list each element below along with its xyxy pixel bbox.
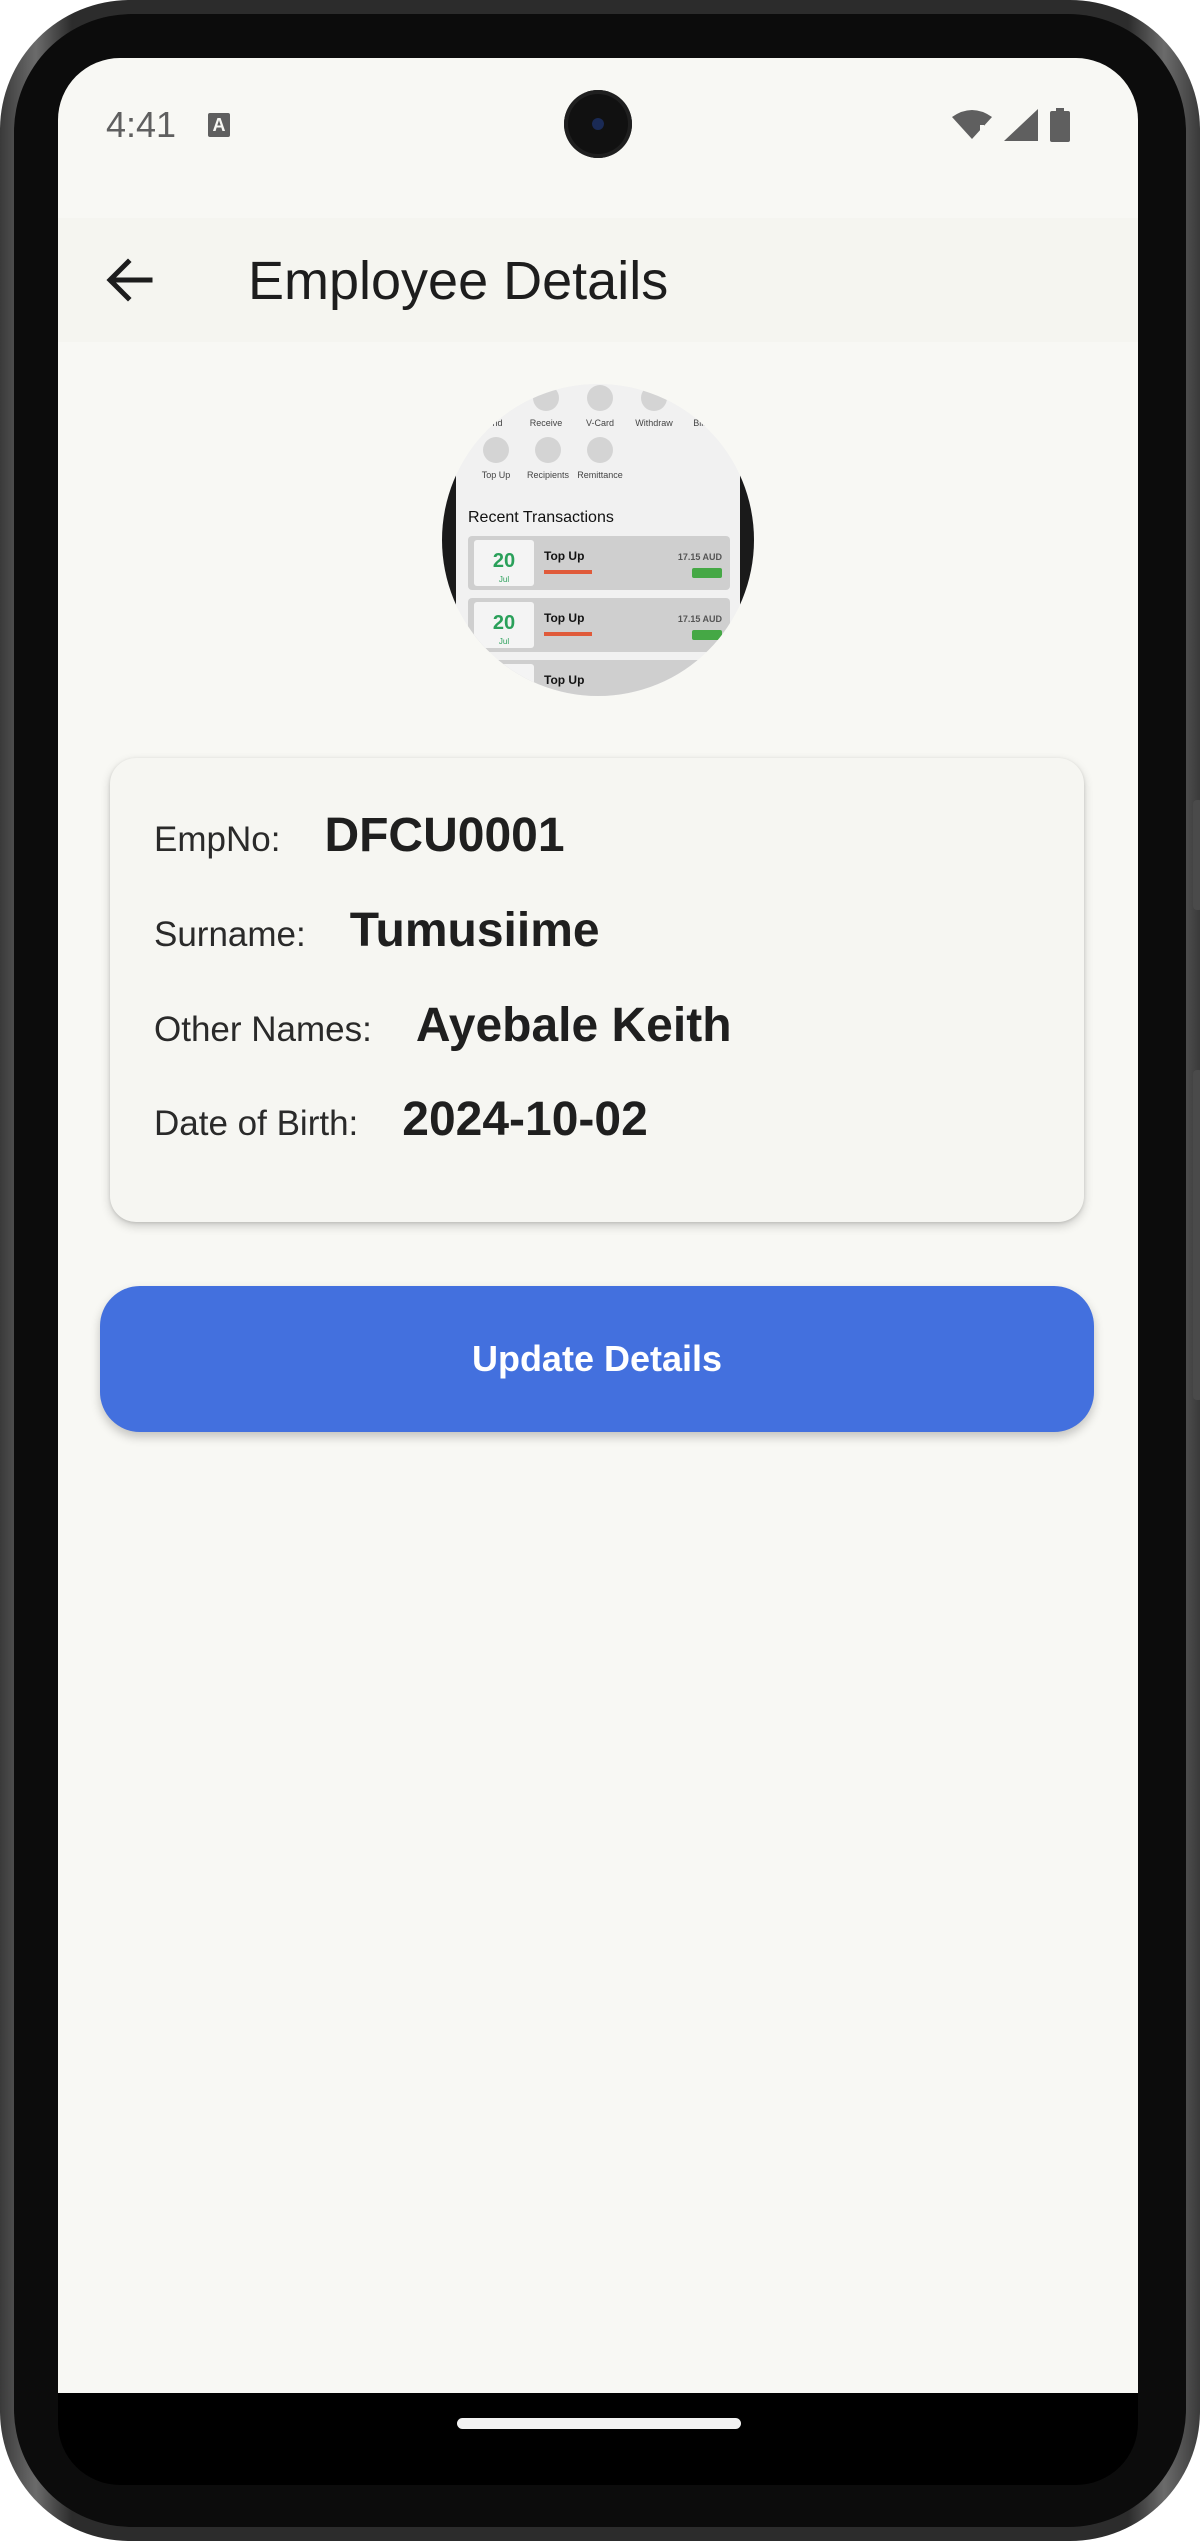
txn-2-month: Jul [499,637,509,646]
txn-3-title: Top Up [544,673,584,687]
quick-action-receive: Receive [530,418,563,428]
phone-frame: 4:41 A Employee Details Send Receive V-C… [0,0,1200,2541]
other-names-label: Other Names: [154,1010,372,1049]
dob-label: Date of Birth: [154,1104,359,1143]
power-button [1193,800,1200,910]
txn-2-title: Top Up [544,611,584,625]
quick-action-recipients: Recipients [527,470,570,480]
dob-row: Date of Birth: 2024-10-02 [154,1092,648,1147]
other-names-value: Ayebale Keith [415,999,732,1052]
txn-1-day: 20 [493,550,515,572]
dob-value: 2024-10-02 [402,1093,648,1146]
quick-action-remittance: Remittance [577,470,623,480]
quick-action-withdraw: Withdraw [635,418,673,428]
wifi-icon [952,110,992,141]
txn-1-title: Top Up [544,549,584,563]
quick-action-bill-pay: Bill Pa [693,418,719,428]
status-time: 4:41 [106,104,177,145]
emp-no-value: DFCU0001 [324,809,565,862]
txn-2-amount: 17.15 AUD [678,614,723,624]
recent-transactions-title: Recent Transactions [468,509,614,526]
quick-action-top-up: Top Up [482,470,511,480]
quick-action-send: Send [481,418,502,428]
emp-no-label: EmpNo: [154,820,281,859]
employee-details-card: EmpNo: DFCU0001 Surname: Tumusiime Other… [110,758,1084,1222]
update-details-button[interactable]: Update Details [100,1286,1094,1432]
battery-icon [1050,108,1070,142]
navigation-bar [58,2393,1138,2485]
txn-1-month: Jul [499,575,509,584]
arrow-left-icon[interactable] [98,248,162,312]
surname-row: Surname: Tumusiime [154,903,600,958]
emp-no-row: EmpNo: DFCU0001 [154,808,565,863]
status-icons [952,108,1070,142]
other-names-row: Other Names: Ayebale Keith [154,998,732,1053]
txn-1-amount: 17.15 AUD [678,552,723,562]
volume-button [1193,1070,1200,1400]
home-indicator[interactable] [457,2418,741,2429]
signal-icon [1004,109,1038,141]
surname-value: Tumusiime [349,904,600,957]
employee-photo[interactable]: Send Receive V-Card Withdraw Bill Pa Top… [442,384,754,696]
page-title: Employee Details [248,251,669,311]
notification-icon: A [208,113,230,137]
app-bar: Employee Details [58,218,1138,342]
txn-2-day: 20 [493,612,515,634]
quick-action-vcard: V-Card [586,418,614,428]
surname-label: Surname: [154,915,306,954]
front-camera [564,90,632,158]
screen: 4:41 A Employee Details Send Receive V-C… [58,58,1138,2393]
